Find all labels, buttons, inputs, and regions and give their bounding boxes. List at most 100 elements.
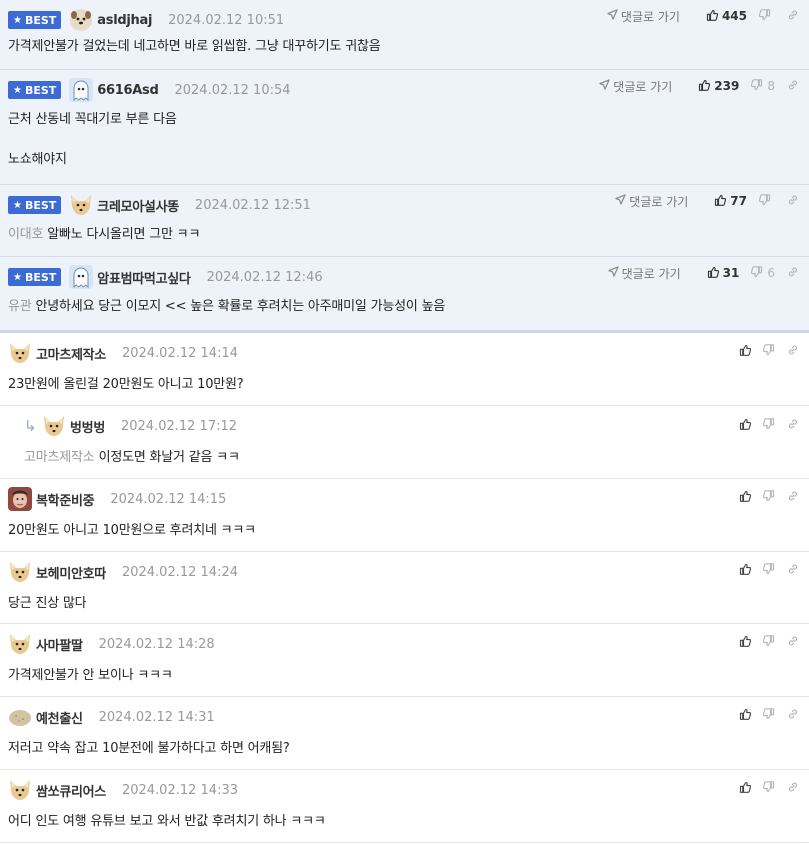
copy-link-button[interactable] [787,708,799,723]
upvote-count: 239 [714,79,740,93]
comment-text: 근처 산동네 꼭대기로 부른 다음 노쇼해야지 [8,112,177,167]
downvote-button[interactable] [762,707,775,723]
nickname[interactable]: 사마팔딸 [36,635,83,654]
avatar[interactable] [8,632,32,656]
thumbs-up-icon [739,708,752,723]
link-icon [787,266,799,281]
upvote-button[interactable]: 445 [706,9,747,24]
downvote-button[interactable] [762,489,775,505]
reply-arrow-icon: ↳ [24,417,37,435]
thumbs-down-icon [758,193,771,209]
nickname[interactable]: 암표범따먹고싶다 [97,268,191,287]
avatar[interactable] [69,193,93,217]
downvote-button[interactable] [758,193,775,209]
nickname[interactable]: 6616Asd [97,83,158,98]
link-icon [787,344,799,359]
copy-link-button[interactable] [787,79,799,94]
avatar[interactable] [69,78,94,102]
goto-reply-link[interactable]: 댓글로 가기 [607,8,680,25]
upvote-button[interactable]: 31 [707,266,739,281]
upvote-button[interactable] [739,344,752,359]
nickname[interactable]: 예천출신 [36,708,83,727]
copy-link-button[interactable] [787,344,799,359]
nickname[interactable]: asldjhaj [97,13,152,28]
comment-body: 고마츠제작소 이정도면 화날거 같음 ㅋㅋ [24,448,240,468]
comment-body: 가격제안불가 걸었는데 네고하면 바로 읽씹함. 그냥 대꾸하기도 귀찮음 [8,37,381,57]
downvote-button[interactable] [762,417,775,433]
downvote-button[interactable] [762,343,775,359]
comment-text: 안녕하세요 당근 이모지 << 높은 확률로 후려치는 아주매미일 가능성이 높… [35,299,446,314]
thumbs-up-icon [707,266,719,281]
copy-link-button[interactable] [787,563,799,578]
goto-reply-link[interactable]: 댓글로 가기 [607,265,681,282]
downvote-button[interactable]: 6 [751,265,775,281]
comment-date: 2024.02.12 14:31 [98,709,215,725]
upvote-button[interactable] [739,490,752,505]
upvote-button[interactable]: 239 [698,79,739,94]
thumbs-down-icon [758,8,771,24]
downvote-button[interactable] [762,634,775,650]
copy-link-button[interactable] [787,490,799,505]
downvote-button[interactable]: 8 [751,78,775,94]
star-icon: ★ [13,271,22,283]
avatar[interactable] [8,487,32,511]
nickname[interactable]: 쌈쏘큐리어스 [36,781,106,800]
upvote-button[interactable]: 77 [714,194,747,209]
nickname[interactable]: 복학준비중 [36,490,95,509]
avatar[interactable] [8,560,32,584]
upvote-button[interactable] [739,563,752,578]
comment-body: 저러고 약속 잡고 10분전에 불가하다고 하면 어캐됨? [8,739,290,759]
comment: 복학준비중 2024.02.12 14:15 20만원도 아니고 10만원으로 … [0,479,809,552]
best-badge: ★ BEST [8,268,62,286]
best-badge: ★ BEST [8,11,62,29]
thumbs-down-icon [751,78,763,94]
paper-plane-icon [607,9,618,23]
nickname[interactable]: 보헤미안호따 [36,563,106,582]
mention[interactable]: 이대호 [8,227,43,242]
downvote-button[interactable] [758,8,775,24]
downvote-button[interactable] [762,562,775,578]
comment-text: 가격제안불가 걸었는데 네고하면 바로 읽씹함. 그냥 대꾸하기도 귀찮음 [8,39,381,54]
copy-link-button[interactable] [787,9,799,24]
link-icon [787,781,799,796]
copy-link-button[interactable] [787,635,799,650]
comment-body: 이대호 알빠노 다시올리면 그만 ㅋㅋ [8,225,200,245]
copy-link-button[interactable] [787,194,799,209]
upvote-button[interactable] [739,708,752,723]
avatar[interactable] [42,414,66,438]
comment-date: 2024.02.12 14:33 [121,782,238,798]
comment-date: 2024.02.12 12:46 [206,269,323,285]
avatar[interactable] [8,341,32,365]
copy-link-button[interactable] [787,266,799,281]
avatar[interactable] [8,778,32,802]
upvote-button[interactable] [739,418,752,433]
copy-link-button[interactable] [787,418,799,433]
copy-link-button[interactable] [787,781,799,796]
upvote-button[interactable] [739,635,752,650]
goto-reply-link[interactable]: 댓글로 가기 [615,193,688,210]
comment-date: 2024.02.12 14:28 [98,636,215,652]
best-badge: ★ BEST [8,81,62,99]
thumbs-down-icon [762,780,775,796]
mention[interactable]: 유관 [8,299,32,314]
thumbs-up-icon [739,781,752,796]
reply-comment: ↳ 벙벙벙 2024.02.12 17:12 고마츠제작소 이정도면 화날거 같음… [0,406,809,479]
best-comment: ★ BEST 6616Asd 2024.02.12 10:54 댓글로 가기 23… [0,70,809,185]
nickname[interactable]: 크레모아설사똥 [97,196,179,215]
nickname[interactable]: 고마츠제작소 [36,344,106,363]
mention[interactable]: 고마츠제작소 [24,450,95,465]
thumbs-down-icon [762,562,775,578]
avatar[interactable] [8,705,32,729]
avatar[interactable] [69,8,93,32]
thumbs-up-icon [698,79,711,94]
link-icon [787,418,799,433]
link-icon [787,708,799,723]
goto-reply-link[interactable]: 댓글로 가기 [599,78,672,95]
avatar[interactable] [69,265,94,289]
upvote-button[interactable] [739,781,752,796]
best-comment: ★ BEST 크레모아설사똥 2024.02.12 12:51 댓글로 가기 77… [0,185,809,257]
thumbs-up-icon [739,635,752,650]
downvote-button[interactable] [762,780,775,796]
nickname[interactable]: 벙벙벙 [70,417,105,436]
downvote-count: 8 [767,79,775,93]
